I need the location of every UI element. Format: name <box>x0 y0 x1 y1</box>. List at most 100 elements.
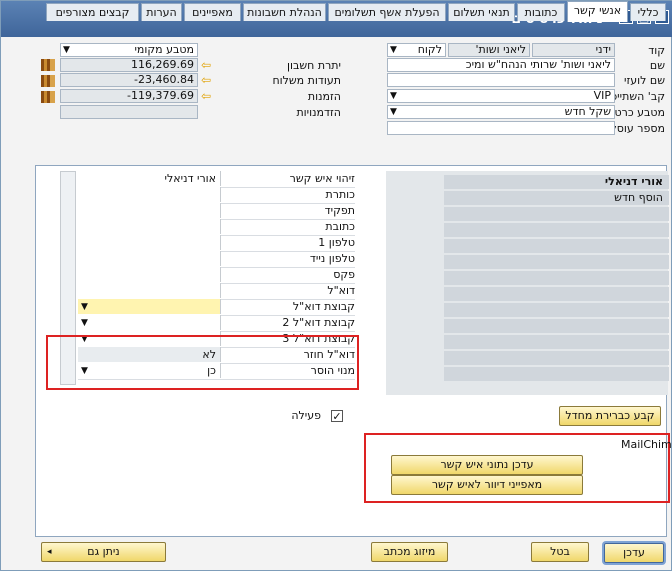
chevron-down-icon: ▼ <box>81 318 88 328</box>
balance-label: יתרת חשבון <box>287 59 341 72</box>
field-row: פקס <box>78 267 355 284</box>
list-item-bg <box>444 271 669 285</box>
field-label: דוא"ל <box>327 284 355 297</box>
update-contact-button[interactable]: עדכן נתוני איש קשר <box>391 455 583 475</box>
list-item-bg <box>444 367 669 381</box>
chevron-down-icon: ▼ <box>390 107 397 117</box>
field-row: טלפון 1 <box>78 235 355 252</box>
list-item-bg <box>444 287 669 301</box>
list-item-bg <box>444 351 669 365</box>
field-label: זיהוי איש קשר <box>289 172 355 185</box>
card-type-select[interactable]: לקוח ▼ <box>387 43 446 57</box>
tab-contacts[interactable]: אנשי קשר <box>567 1 628 22</box>
field-value[interactable]: אורי דניאלי <box>78 171 221 186</box>
link-arrow-icon[interactable]: ⇦ <box>201 74 213 86</box>
tab-general[interactable]: כללי <box>630 3 666 21</box>
field-value[interactable] <box>78 235 221 250</box>
list-item-bg <box>444 319 669 333</box>
chart-icon[interactable] <box>41 75 55 87</box>
link-arrow-icon[interactable]: ⇦ <box>201 90 213 102</box>
field-row: קבוצת דוא"ל ▼ <box>78 299 355 316</box>
name-field[interactable]: ליאני ושות' שרותי הנהח"ש ומיכ <box>387 58 615 72</box>
chevron-down-icon: ▼ <box>63 45 70 55</box>
set-default-button[interactable]: קבע כברירת מחדל <box>559 406 661 426</box>
field-row: קבוצת דוא"ל 2 ▼ <box>78 315 355 332</box>
list-item[interactable]: הוסף חדש <box>438 190 663 206</box>
mailmerge-button[interactable]: מיזוג מכתב <box>371 542 448 562</box>
code-value-field[interactable]: ליאני ושות' <box>448 43 530 57</box>
mail-attributes-button[interactable]: מאפייני דיוור לאיש קשר <box>391 475 583 495</box>
foreign-name-field[interactable] <box>387 73 615 87</box>
field-value[interactable] <box>78 187 221 202</box>
field-row: כותרת <box>78 187 355 204</box>
list-item-bg <box>444 223 669 237</box>
highlight-box <box>46 335 359 390</box>
field-row: זיהוי איש קשר אורי דניאלי <box>78 171 355 188</box>
foreign-name-label: שם לועזי <box>624 74 665 87</box>
currency-value: שקל חדש <box>564 105 611 118</box>
field-label: כותרת <box>325 188 355 201</box>
field-label: פקס <box>333 268 355 281</box>
window: ✕ □ _ ניהול כרטיסים קוד שם שם לועזי קב' … <box>0 0 672 571</box>
tab-accounting[interactable]: הנהלת חשבונות <box>243 3 326 21</box>
code-type-field[interactable]: ידני <box>532 43 615 57</box>
code-label: קוד <box>648 44 665 57</box>
contact-list: אורי דניאלי הוסף חדש <box>386 171 669 395</box>
field-value[interactable] <box>78 283 221 298</box>
field-label: כתובת <box>325 220 355 233</box>
cancel-button[interactable]: בטל <box>531 542 589 562</box>
currency-select[interactable]: שקל חדש ▼ <box>387 105 615 119</box>
orders-label: הזמנות <box>307 90 341 103</box>
deliveries-field: -23,460.84 <box>60 73 198 87</box>
deliveries-label: תעודות משלוח <box>272 74 341 87</box>
field-label: קבוצת דוא"ל 2 <box>282 316 355 329</box>
chart-icon[interactable] <box>41 91 55 103</box>
field-value[interactable] <box>78 219 221 234</box>
tab-addresses[interactable]: כתובות <box>517 3 565 21</box>
related-button[interactable]: ניתן גם ◂ <box>41 542 166 562</box>
update-button[interactable]: עדכן <box>604 543 664 563</box>
list-item-bg <box>444 255 669 269</box>
list-item-bg <box>444 335 669 349</box>
field-row: דוא"ל <box>78 283 355 300</box>
orders-field: -119,379.69 <box>60 89 198 103</box>
field-value[interactable] <box>78 251 221 266</box>
related-label: ניתן גם <box>87 545 120 558</box>
local-currency-value: מטבע מקומי <box>134 43 194 56</box>
chevron-down-icon: ▼ <box>81 302 88 312</box>
opportunities-field <box>60 105 198 119</box>
list-item-bg <box>444 239 669 253</box>
tab-attachments[interactable]: קבצים מצורפים <box>46 3 139 21</box>
local-currency-select[interactable]: מטבע מקומי ▼ <box>60 43 198 57</box>
field-label: טלפון נייד <box>309 252 355 265</box>
opportunities-label: הזדמנויות <box>296 106 341 119</box>
field-row: תפקיד <box>78 203 355 220</box>
field-label: טלפון 1 <box>318 236 355 249</box>
field-value[interactable] <box>78 203 221 218</box>
list-item-bg <box>444 207 669 221</box>
tax-id-field[interactable] <box>387 121 615 135</box>
chevron-down-icon: ▼ <box>390 91 397 101</box>
tab-properties[interactable]: מאפיינים <box>184 3 241 21</box>
field-value[interactable] <box>78 267 221 282</box>
email-group-select[interactable]: ▼ <box>78 299 221 314</box>
chevron-down-icon: ▼ <box>390 45 397 55</box>
list-item-bg <box>444 303 669 317</box>
field-row: כתובת <box>78 219 355 236</box>
field-label: תפקיד <box>324 204 355 217</box>
balance-field: 116,269.69 <box>60 58 198 72</box>
link-arrow-icon[interactable]: ⇦ <box>201 59 213 71</box>
field-row: טלפון נייד <box>78 251 355 268</box>
tab-payment-wizard[interactable]: הפעלת אשף תשלומים <box>328 3 446 21</box>
tab-payment-terms[interactable]: תנאי תשלום <box>448 3 515 21</box>
active-checkbox[interactable]: ✓ <box>331 410 343 422</box>
field-label: קבוצת דוא"ל <box>292 300 355 313</box>
group-select[interactable]: VIP ▼ <box>387 89 615 103</box>
tab-remarks[interactable]: הערות <box>141 3 182 21</box>
chart-icon[interactable] <box>41 59 55 71</box>
email-group-2-select[interactable]: ▼ <box>78 315 221 330</box>
active-label: פעילה <box>291 409 321 422</box>
list-item[interactable]: אורי דניאלי <box>438 174 663 190</box>
mailchimp-title: MailChimp <box>621 438 672 451</box>
name-label: שם <box>649 59 665 72</box>
